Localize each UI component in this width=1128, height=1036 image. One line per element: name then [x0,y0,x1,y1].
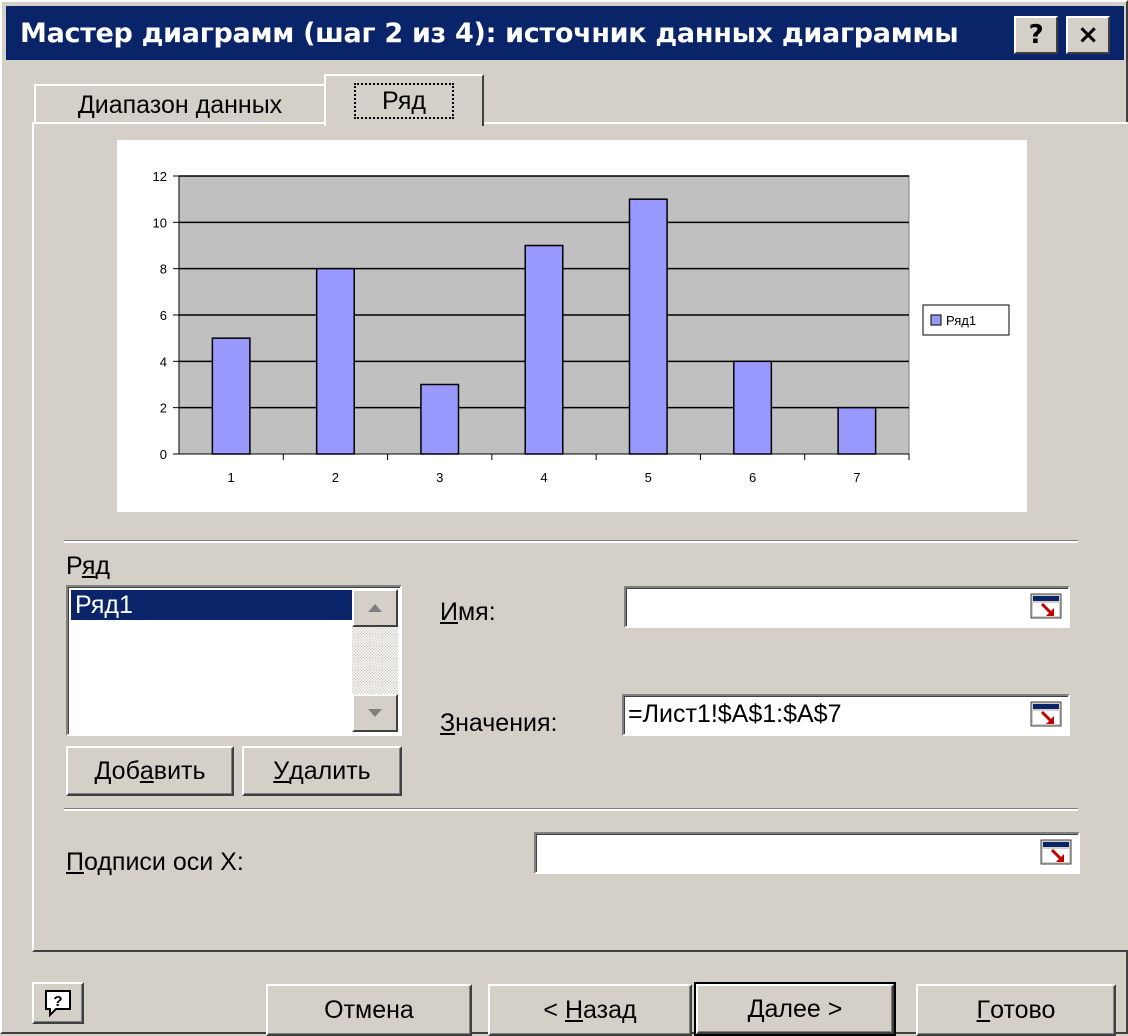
separator-bottom [64,808,1078,811]
y-tick-label: 10 [153,215,167,230]
x-labels-input[interactable] [534,832,1080,874]
series-list-label: Ряд [66,552,110,580]
help-bubble-icon: ? [45,990,71,1017]
svg-text:?: ? [53,993,62,1010]
tab-data-range[interactable]: Диапазон данных [34,84,326,124]
arrow-up-icon [368,604,382,612]
y-tick-label: 4 [160,354,167,369]
series-list-scrollbar[interactable] [352,589,398,732]
close-icon: × [1077,20,1099,50]
cancel-button[interactable]: Отмена [266,984,472,1036]
x-tick-label: 4 [540,470,547,485]
series-listbox[interactable]: Ряд1 [66,585,402,736]
add-series-button[interactable]: Доб а вить [66,746,234,796]
name-input[interactable] [624,586,1070,628]
legend-swatch [930,314,942,326]
finish-button[interactable]: Готово [916,984,1116,1036]
x-tick-label: 3 [436,470,443,485]
bar [628,198,668,455]
collapse-dialog-icon[interactable] [1030,701,1064,729]
help-button[interactable]: ? [32,982,84,1024]
back-button[interactable]: < Назад [488,984,692,1036]
title-bar: Мастер диаграмм (шаг 2 из 4): источник д… [6,6,1124,60]
bar [837,406,877,455]
x-labels-label: Подписи оси X: [66,848,244,876]
y-tick-label: 12 [153,169,167,184]
tab-series-label: Ряд [354,83,454,119]
help-question-icon: ? [1028,20,1044,50]
delete-series-button[interactable]: Удалить [242,746,402,796]
separator-top [64,540,1078,543]
x-tick-label: 2 [332,470,339,485]
close-title-button[interactable]: × [1066,16,1110,54]
scroll-down-button[interactable] [352,694,398,732]
scroll-up-button[interactable] [352,589,398,627]
list-item[interactable]: Ряд1 [71,590,355,620]
x-tick-label: 6 [749,470,756,485]
chart-preview: 0 2 4 6 8 10 12 1 2 3 4 5 6 7 Ряд1 [117,140,1027,512]
tab-data-range-label: Диапазон данных [77,90,283,119]
next-button[interactable]: Далее > [694,982,896,1036]
bar [211,337,251,455]
bar [420,383,460,455]
x-tick-label: 1 [228,470,235,485]
collapse-dialog-icon[interactable] [1030,593,1064,621]
arrow-down-icon [368,709,382,717]
collapse-dialog-icon[interactable] [1040,839,1074,867]
help-title-button[interactable]: ? [1014,16,1058,54]
bar [733,360,773,455]
y-tick-label: 8 [160,262,167,277]
chart-wizard-dialog: Мастер диаграмм (шаг 2 из 4): источник д… [0,0,1128,1036]
window-title: Мастер диаграмм (шаг 2 из 4): источник д… [20,17,959,49]
tab-series[interactable]: Ряд [324,74,484,126]
y-tick-label: 0 [160,447,167,462]
y-tick-label: 6 [160,308,167,323]
values-input-value: =Лист1!$A$1:$A$7 [628,700,842,728]
bar [524,244,564,455]
bar [315,267,355,455]
legend-label: Ряд1 [946,313,976,328]
bar-chart: 0246810121 2 3 4 5 6 7Ряд1 [153,169,1010,485]
values-input[interactable]: =Лист1!$A$1:$A$7 [622,694,1070,736]
x-tick-label: 5 [645,470,652,485]
values-label: Значения: [440,709,558,737]
name-label: Имя: [440,598,496,626]
y-tick-label: 2 [160,401,167,416]
x-tick-label: 7 [853,470,860,485]
